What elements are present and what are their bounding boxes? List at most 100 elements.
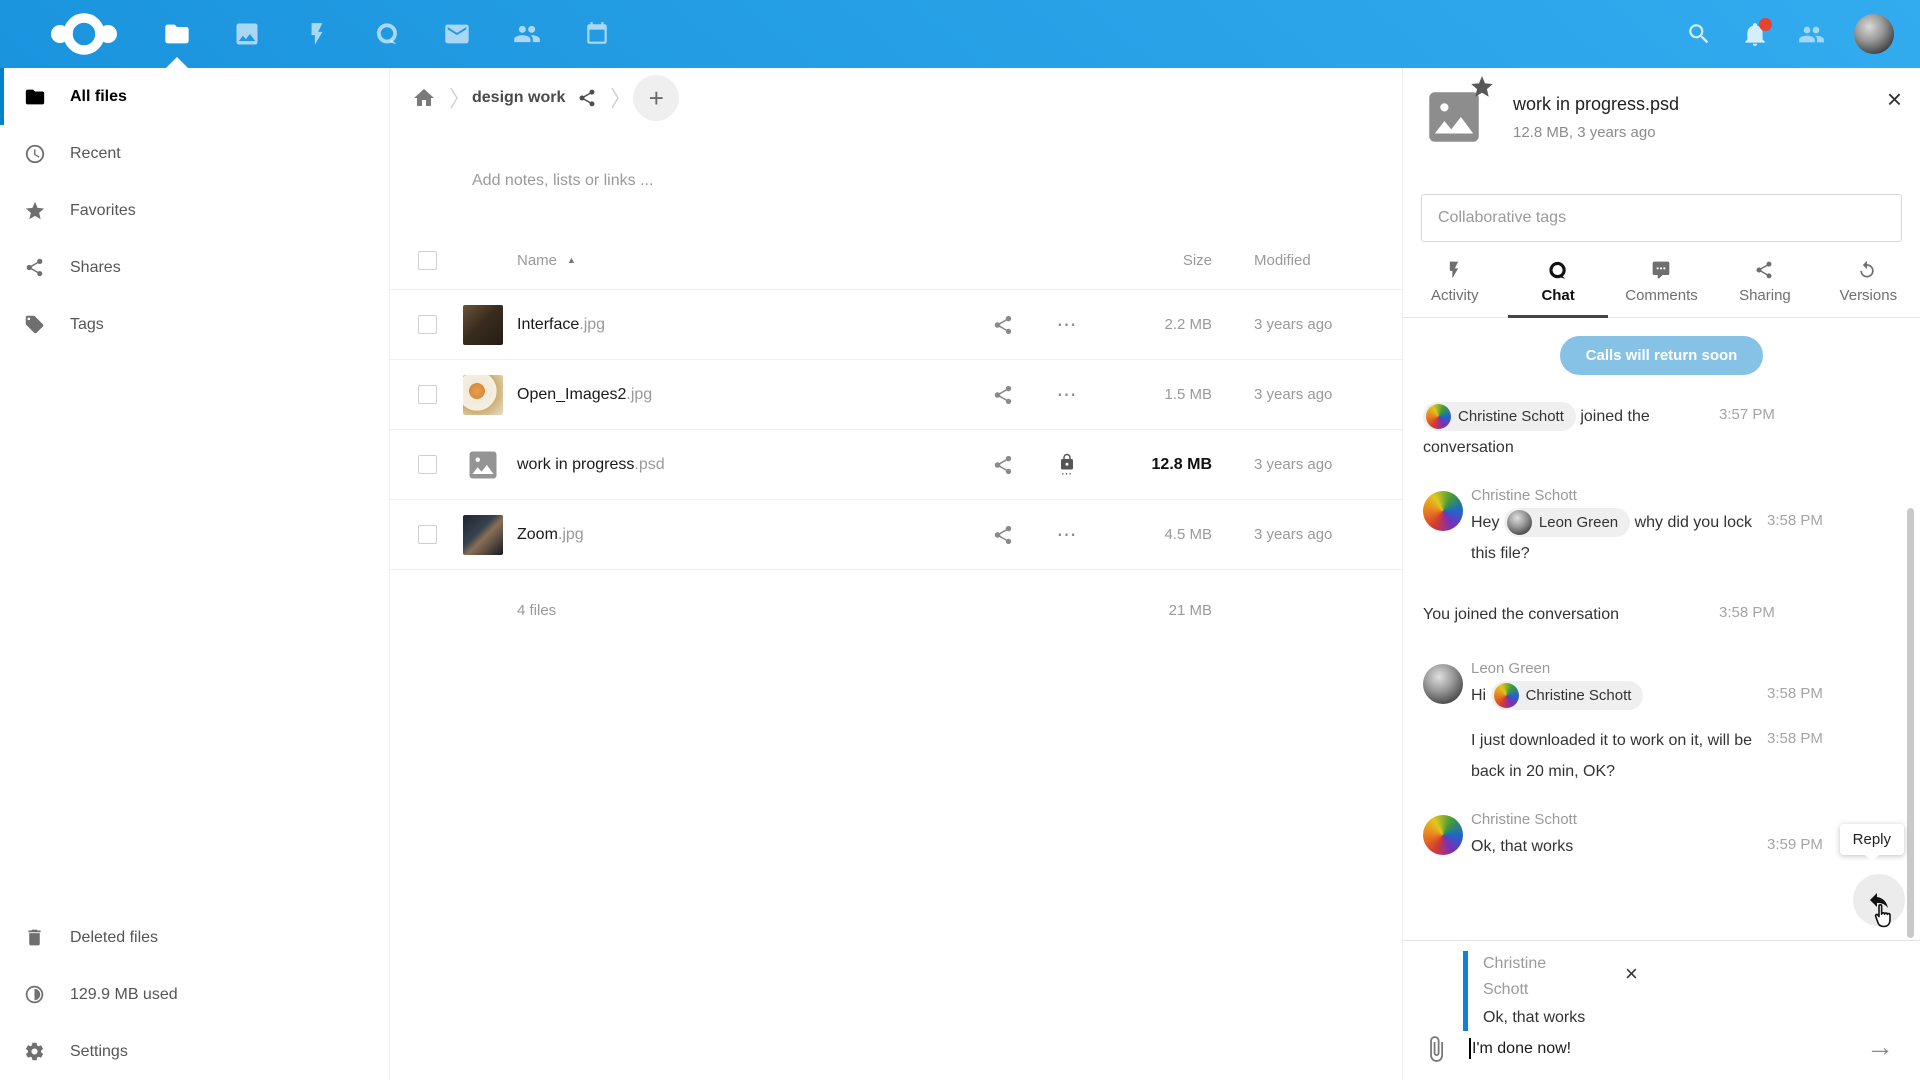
- file-row-open-images2[interactable]: Open_Images2.jpg ⋯ 1.5 MB 3 years ago: [390, 360, 1402, 430]
- column-header-size[interactable]: Size: [1108, 252, 1212, 269]
- file-modified: 3 years ago: [1212, 456, 1402, 473]
- tab-comments[interactable]: Comments: [1610, 246, 1713, 317]
- select-all-checkbox[interactable]: [418, 251, 437, 270]
- message-time: 3:58 PM: [1767, 725, 1823, 747]
- share-folder-icon[interactable]: [577, 88, 597, 108]
- history-icon: [1857, 260, 1879, 282]
- chat-message-leon: Leon Green Hi Christine Schott 3:58 PM I…: [1423, 660, 1900, 787]
- file-row-zoom[interactable]: Zoom.jpg ⋯ 4.5 MB 3 years ago: [390, 500, 1402, 570]
- mention-chip-christine[interactable]: Christine Schott: [1423, 402, 1576, 431]
- sort-ascending-icon: ▲: [567, 255, 576, 265]
- file-extension: .jpg: [558, 526, 584, 543]
- trash-icon: [24, 927, 46, 949]
- cancel-reply-icon[interactable]: ×: [1625, 963, 1638, 985]
- summary-file-count: 4 files: [517, 602, 992, 619]
- row-checkbox[interactable]: [418, 385, 437, 404]
- file-size: 12.8 MB: [1108, 456, 1212, 474]
- user-avatar[interactable]: [1854, 14, 1894, 54]
- sidebar-item-label: All files: [70, 88, 127, 106]
- app-activity[interactable]: [282, 0, 352, 68]
- row-checkbox[interactable]: [418, 315, 437, 334]
- avatar-leon-green: [1507, 510, 1532, 535]
- row-checkbox[interactable]: [418, 525, 437, 544]
- more-actions-icon[interactable]: ⋯: [1054, 522, 1080, 547]
- sidebar-item-deleted-files[interactable]: Deleted files: [0, 909, 389, 966]
- app-calendar[interactable]: [562, 0, 632, 68]
- app-photos[interactable]: [212, 0, 282, 68]
- notes-placeholder[interactable]: Add notes, lists or links ...: [472, 172, 1402, 190]
- sidebar-item-favorites[interactable]: Favorites: [0, 182, 389, 239]
- column-header-name[interactable]: Name▲: [517, 252, 992, 269]
- message-time: 3:57 PM: [1719, 401, 1775, 423]
- file-extension: .jpg: [626, 386, 652, 403]
- tab-activity[interactable]: Activity: [1403, 246, 1506, 317]
- nextcloud-logo[interactable]: [48, 11, 120, 57]
- reply-quote: Christine Schott Ok, that works: [1463, 951, 1595, 1031]
- message-author: Christine Schott: [1471, 811, 1900, 828]
- more-actions-icon[interactable]: ⋯: [1054, 312, 1080, 337]
- tab-chat[interactable]: Chat: [1506, 246, 1609, 317]
- avatar-leon-green[interactable]: [1423, 664, 1463, 704]
- chat-message-input[interactable]: I'm done now!: [1469, 1038, 1571, 1059]
- share-icon[interactable]: [992, 454, 1014, 476]
- file-table: Name▲ Size Modified Interface.jpg ⋯ 2.2 …: [390, 232, 1402, 650]
- avatar-christine-schott[interactable]: [1423, 815, 1463, 855]
- app-contacts[interactable]: [492, 0, 562, 68]
- contacts-menu-icon[interactable]: [1798, 21, 1824, 47]
- tab-versions[interactable]: Versions: [1817, 246, 1920, 317]
- home-icon[interactable]: [412, 86, 436, 110]
- plus-icon: +: [649, 83, 664, 114]
- tab-sharing[interactable]: Sharing: [1713, 246, 1816, 317]
- share-icon[interactable]: [992, 314, 1014, 336]
- message-time: 3:59 PM: [1767, 831, 1823, 853]
- activity-bolt-icon: [1444, 260, 1466, 282]
- avatar-christine-schott[interactable]: [1423, 491, 1463, 531]
- locked-more-actions[interactable]: ⋯: [1054, 453, 1080, 477]
- sidebar-item-settings[interactable]: Settings: [0, 1023, 389, 1080]
- search-icon[interactable]: [1686, 21, 1712, 47]
- top-bar: [0, 0, 1920, 68]
- tag-icon: [24, 314, 46, 336]
- collaborative-tags-wrap: [1403, 180, 1920, 246]
- message-time: 3:58 PM: [1767, 507, 1823, 529]
- app-files[interactable]: [142, 0, 212, 68]
- chat-scrollbar[interactable]: [1907, 508, 1914, 938]
- row-checkbox[interactable]: [418, 455, 437, 474]
- share-icon[interactable]: [992, 384, 1014, 406]
- more-actions-icon[interactable]: ⋯: [1054, 382, 1080, 407]
- sidebar-item-quota[interactable]: 129.9 MB used: [0, 966, 389, 1023]
- details-file-subtitle: 12.8 MB, 3 years ago: [1513, 124, 1902, 141]
- message-author: Christine Schott: [1471, 487, 1900, 504]
- new-file-button[interactable]: +: [633, 75, 679, 121]
- details-header: work in progress.psd 12.8 MB, 3 years ag…: [1403, 68, 1920, 180]
- collaborative-tags-input[interactable]: [1421, 194, 1902, 242]
- sidebar-item-all-files[interactable]: All files: [0, 68, 389, 125]
- file-name: Interface: [517, 316, 579, 333]
- reply-button[interactable]: [1853, 874, 1905, 926]
- favorite-star-icon[interactable]: [1469, 74, 1495, 100]
- close-icon[interactable]: ×: [1887, 86, 1902, 112]
- file-details-panel: work in progress.psd 12.8 MB, 3 years ag…: [1402, 68, 1920, 1080]
- avatar-christine-schott: [1426, 404, 1451, 429]
- sidebar-bottom: Deleted files 129.9 MB used Settings: [0, 909, 389, 1080]
- calls-banner-button[interactable]: Calls will return soon: [1560, 336, 1764, 375]
- column-header-modified[interactable]: Modified: [1212, 252, 1402, 269]
- send-message-icon[interactable]: →: [1866, 1031, 1894, 1063]
- notifications-bell-icon[interactable]: [1742, 21, 1768, 47]
- message-time: 3:58 PM: [1767, 680, 1823, 702]
- sidebar-item-recent[interactable]: Recent: [0, 125, 389, 182]
- file-row-interface[interactable]: Interface.jpg ⋯ 2.2 MB 3 years ago: [390, 290, 1402, 360]
- sidebar-item-shares[interactable]: Shares: [0, 239, 389, 296]
- mention-chip-christine[interactable]: Christine Schott: [1491, 681, 1644, 710]
- share-icon[interactable]: [992, 524, 1014, 546]
- breadcrumb-folder[interactable]: design work: [472, 89, 565, 107]
- app-talk[interactable]: [352, 0, 422, 68]
- file-size: 4.5 MB: [1108, 526, 1212, 543]
- file-name: work in progress: [517, 456, 634, 473]
- mention-chip-leon[interactable]: Leon Green: [1504, 508, 1630, 537]
- file-row-work-in-progress[interactable]: work in progress.psd ⋯ 12.8 MB 3 years a…: [390, 430, 1402, 500]
- sidebar-item-label: Settings: [70, 1043, 128, 1061]
- app-mail[interactable]: [422, 0, 492, 68]
- sidebar-item-tags[interactable]: Tags: [0, 296, 389, 353]
- attachment-paperclip-icon[interactable]: [1421, 1035, 1451, 1065]
